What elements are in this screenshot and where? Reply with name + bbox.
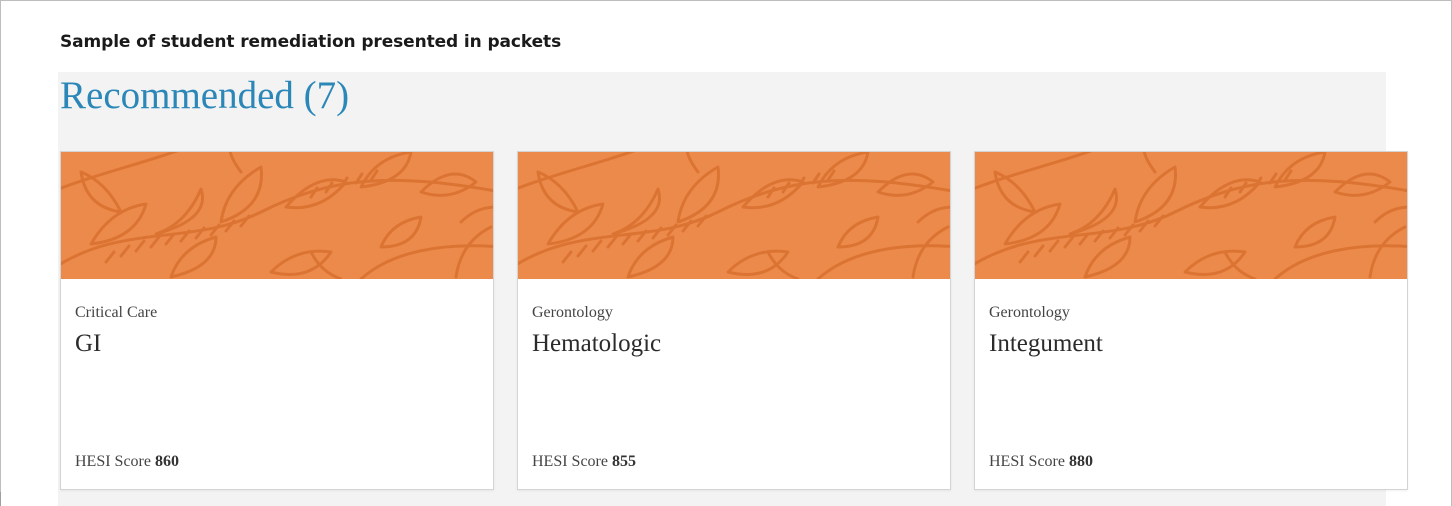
card-category: Gerontology <box>989 304 1070 321</box>
figure-caption: Sample of student remediation presented … <box>60 32 562 52</box>
leaf-pattern <box>518 152 950 279</box>
card-banner-image <box>975 152 1407 279</box>
card-banner-image <box>518 152 950 279</box>
score-value: 855 <box>611 453 636 470</box>
score-value: 860 <box>154 453 179 470</box>
recommended-panel: Recommended (7) Critical Care GI HESI Sc… <box>58 72 1408 506</box>
card-title[interactable]: GI <box>75 330 101 358</box>
card-category: Gerontology <box>532 304 613 321</box>
card-score: HESI Score 880 <box>989 453 1093 471</box>
card-title[interactable]: Integument <box>989 330 1103 358</box>
frame-edge <box>0 492 1 506</box>
card-banner-image <box>61 152 493 279</box>
leaf-pattern <box>975 152 1407 279</box>
score-value: 880 <box>1068 453 1093 470</box>
card-title[interactable]: Hematologic <box>532 330 661 358</box>
card-score: HESI Score 855 <box>532 453 636 471</box>
card-category: Critical Care <box>75 304 158 321</box>
score-label: HESI Score <box>532 453 608 470</box>
remediation-card[interactable]: Gerontology Integument HESI Score 880 <box>974 151 1408 490</box>
section-title: Recommended (7) <box>60 74 350 117</box>
score-label: HESI Score <box>75 453 151 470</box>
remediation-card[interactable]: Critical Care GI HESI Score 860 <box>60 151 494 490</box>
score-label: HESI Score <box>989 453 1065 470</box>
leaf-pattern <box>61 152 493 279</box>
remediation-card[interactable]: Gerontology Hematologic HESI Score 855 <box>517 151 951 490</box>
card-score: HESI Score 860 <box>75 453 179 471</box>
